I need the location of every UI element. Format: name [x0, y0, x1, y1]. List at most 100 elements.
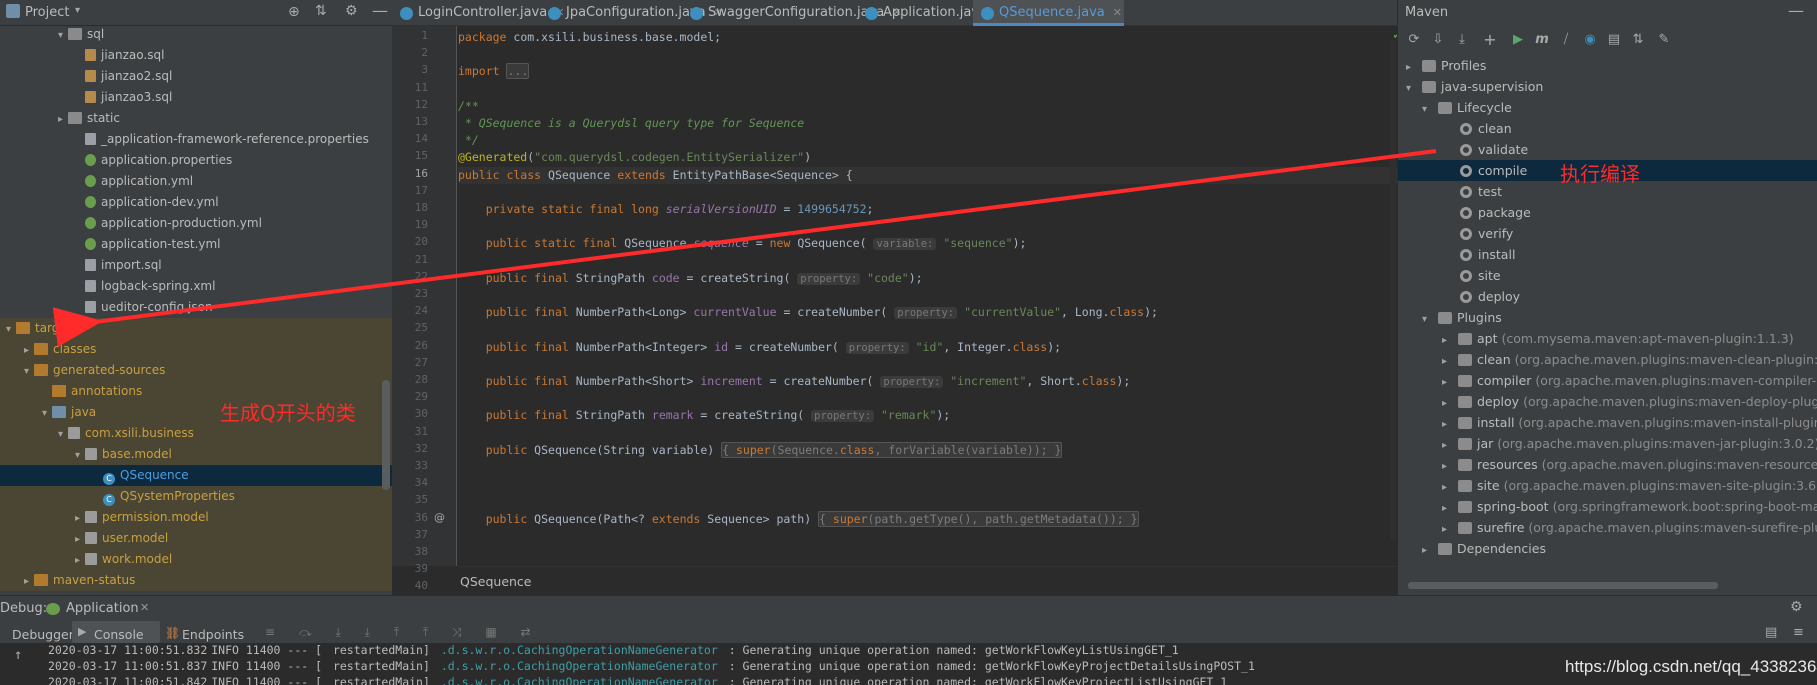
code-line[interactable]: public final NumberPath<Integer> id = cr…: [458, 339, 1061, 356]
code-line[interactable]: public QSequence(String variable) { supe…: [458, 441, 1063, 459]
gear-icon[interactable]: ⚙: [1790, 599, 1803, 615]
tree-item[interactable]: C QSequence: [0, 465, 392, 486]
maven-tree-item[interactable]: site: [1398, 265, 1501, 286]
code-line[interactable]: public class QSequence extends EntityPat…: [458, 166, 1397, 184]
override-icon[interactable]: @: [434, 511, 445, 524]
chevron-right-icon[interactable]: ▸: [1442, 330, 1458, 351]
code-line[interactable]: public final NumberPath<Short> increment…: [458, 373, 1130, 390]
chevron-down-icon[interactable]: ▾: [1406, 78, 1422, 99]
tree-item[interactable]: application-dev.yml: [0, 192, 392, 213]
add-icon[interactable]: +: [1482, 32, 1498, 48]
maven-tree-item[interactable]: ▸ compiler (org.apache.maven.plugins:maven…: [1398, 370, 1817, 391]
tree-item[interactable]: ▾ com.xsili.business: [0, 423, 392, 444]
code-line[interactable]: public final StringPath code = createStr…: [458, 270, 923, 287]
maven-tree-item[interactable]: ▸ clean (org.apache.maven.plugins:maven-cl…: [1398, 349, 1817, 370]
tab-file[interactable]: LoginController.java✕: [392, 0, 564, 26]
reload-icon[interactable]: ⟳: [1406, 32, 1422, 48]
tree-item[interactable]: ▸ classes: [0, 339, 392, 360]
tree-item[interactable]: ▸ work.model: [0, 549, 392, 570]
maven-tree-item[interactable]: ▸ spring-boot (org.springframework.boot:sp…: [1398, 496, 1817, 517]
maven-tree-item[interactable]: ▸ site (org.apache.maven.plugins:maven-sit…: [1398, 475, 1817, 496]
chevron-down-icon[interactable]: ▾: [75, 5, 80, 16]
tree-item[interactable]: jianzao3.sql: [0, 87, 392, 108]
close-icon[interactable]: ✕: [1113, 6, 1122, 19]
code-line[interactable]: public QSequence(Path<? extends Sequence…: [458, 510, 1139, 528]
run-config-name[interactable]: Application: [66, 601, 139, 616]
code-line[interactable]: package com.xsili.business.base.model;: [458, 29, 721, 46]
maven-tree-item[interactable]: package: [1398, 202, 1531, 223]
maven-tree-item[interactable]: ▸ resources (org.apache.maven.plugins:mave…: [1398, 454, 1817, 475]
locate-icon[interactable]: ⊕: [288, 4, 300, 20]
collapse-all-icon[interactable]: ⇅: [315, 3, 327, 19]
download-icon[interactable]: ⤓: [1454, 32, 1470, 48]
code-line[interactable]: private static final long serialVersionU…: [458, 201, 874, 218]
toggle-offline-icon[interactable]: ⧸: [1558, 32, 1574, 48]
chevron-right-icon[interactable]: ▸: [75, 529, 85, 549]
maven-tree-item[interactable]: ▸ install (org.apache.maven.plugins:maven-…: [1398, 412, 1817, 433]
gear-icon[interactable]: ⚙: [345, 3, 358, 19]
chevron-right-icon[interactable]: ▸: [75, 550, 85, 570]
show-dependencies-icon[interactable]: ▤: [1606, 32, 1622, 48]
chevron-down-icon[interactable]: ▾: [42, 403, 52, 423]
tree-item[interactable]: C QSystemProperties: [0, 486, 392, 507]
chevron-down-icon[interactable]: ▾: [58, 25, 68, 45]
maven-tree-item[interactable]: ▾ java-supervision: [1398, 76, 1543, 97]
tab-debugger[interactable]: Debugger: [12, 627, 74, 642]
collapse-all-icon[interactable]: ⇅: [1630, 32, 1646, 48]
editor-scrollbar[interactable]: [1390, 40, 1396, 540]
chevron-right-icon[interactable]: ▸: [1442, 414, 1458, 435]
project-title[interactable]: Project: [25, 5, 69, 20]
tree-item[interactable]: ▸ maven-status: [0, 570, 392, 591]
tab-file[interactable]: QSequence.java ✕: [973, 0, 1124, 26]
tree-item[interactable]: jianzao.sql: [0, 45, 392, 66]
chevron-down-icon[interactable]: ▾: [75, 445, 85, 465]
console-output[interactable]: ↑ 2020-03-17 11:00:51.832 INFO 11400 --- …: [0, 643, 1817, 685]
tree-item[interactable]: logback-spring.xml: [0, 276, 392, 297]
maven-tree-item[interactable]: verify: [1398, 223, 1513, 244]
tab-file[interactable]: SwaggerConfiguration.java ✕: [682, 0, 901, 26]
tree-item[interactable]: jianzao2.sql: [0, 66, 392, 87]
code-line[interactable]: public final NumberPath<Long> currentVal…: [458, 304, 1158, 321]
tree-item[interactable]: ▾ target: [0, 318, 392, 339]
maven-tree-item[interactable]: deploy: [1398, 286, 1520, 307]
tree-item[interactable]: import.sql: [0, 255, 392, 276]
code-line[interactable]: public final StringPath remark = createS…: [458, 407, 950, 424]
code-line[interactable]: * QSequence is a Querydsl query type for…: [458, 115, 804, 132]
tree-item[interactable]: ueditor-config.json: [0, 297, 392, 318]
tree-item[interactable]: application-production.yml: [0, 213, 392, 234]
maven-tree-item[interactable]: ▸ jar (org.apache.maven.plugins:maven-jar-…: [1398, 433, 1817, 454]
list-icon[interactable]: ▤: [1765, 625, 1777, 640]
maven-tree-item[interactable]: ▸ deploy (org.apache.maven.plugins:maven-d…: [1398, 391, 1817, 412]
code-line[interactable]: public static final QSequence sequence =…: [458, 235, 1026, 252]
chevron-right-icon[interactable]: ▸: [1406, 57, 1422, 78]
chevron-right-icon[interactable]: ▸: [1442, 519, 1458, 540]
generate-sources-icon[interactable]: ⇩: [1430, 32, 1446, 48]
code-line[interactable]: @Generated("com.querydsl.codegen.EntityS…: [458, 149, 811, 166]
filter-icon[interactable]: ≡: [1793, 625, 1804, 640]
tree-item[interactable]: application.properties: [0, 150, 392, 171]
debug-step-icons[interactable]: ≡ ⤼ ⤓ ⤓ ⤒ ⤒ ⤨ ▦ ⇄: [265, 625, 541, 640]
code-line[interactable]: */: [458, 132, 479, 149]
chevron-right-icon[interactable]: ▸: [75, 508, 85, 528]
chevron-right-icon[interactable]: ▸: [1442, 477, 1458, 498]
tree-item[interactable]: ▸ static: [0, 108, 392, 129]
hide-icon[interactable]: —: [372, 1, 388, 20]
tree-item[interactable]: ▸ permission.model: [0, 507, 392, 528]
maven-tree-item[interactable]: ▸ apt (com.mysema.maven:apt-maven-plugin:1…: [1398, 328, 1794, 349]
tab-console[interactable]: Console: [94, 627, 144, 642]
code-line[interactable]: import ...: [458, 63, 530, 80]
chevron-right-icon[interactable]: ▸: [1442, 498, 1458, 519]
tab-file[interactable]: JpaConfiguration.java ✕: [540, 0, 723, 26]
close-icon[interactable]: ✕: [140, 601, 149, 614]
chevron-down-icon[interactable]: ▾: [24, 361, 34, 381]
chevron-right-icon[interactable]: ▸: [1442, 351, 1458, 372]
chevron-right-icon[interactable]: ▸: [1442, 456, 1458, 477]
tree-item[interactable]: ▾ generated-sources: [0, 360, 392, 381]
breadcrumb[interactable]: QSequence: [458, 566, 1397, 595]
scroll-up-icon[interactable]: ↑: [14, 647, 22, 663]
project-scrollbar[interactable]: [382, 380, 390, 490]
chevron-right-icon[interactable]: ▸: [1422, 540, 1438, 561]
chevron-right-icon[interactable]: ▸: [24, 340, 34, 360]
hide-icon[interactable]: —: [1788, 1, 1804, 20]
chevron-right-icon[interactable]: ▸: [58, 109, 68, 129]
